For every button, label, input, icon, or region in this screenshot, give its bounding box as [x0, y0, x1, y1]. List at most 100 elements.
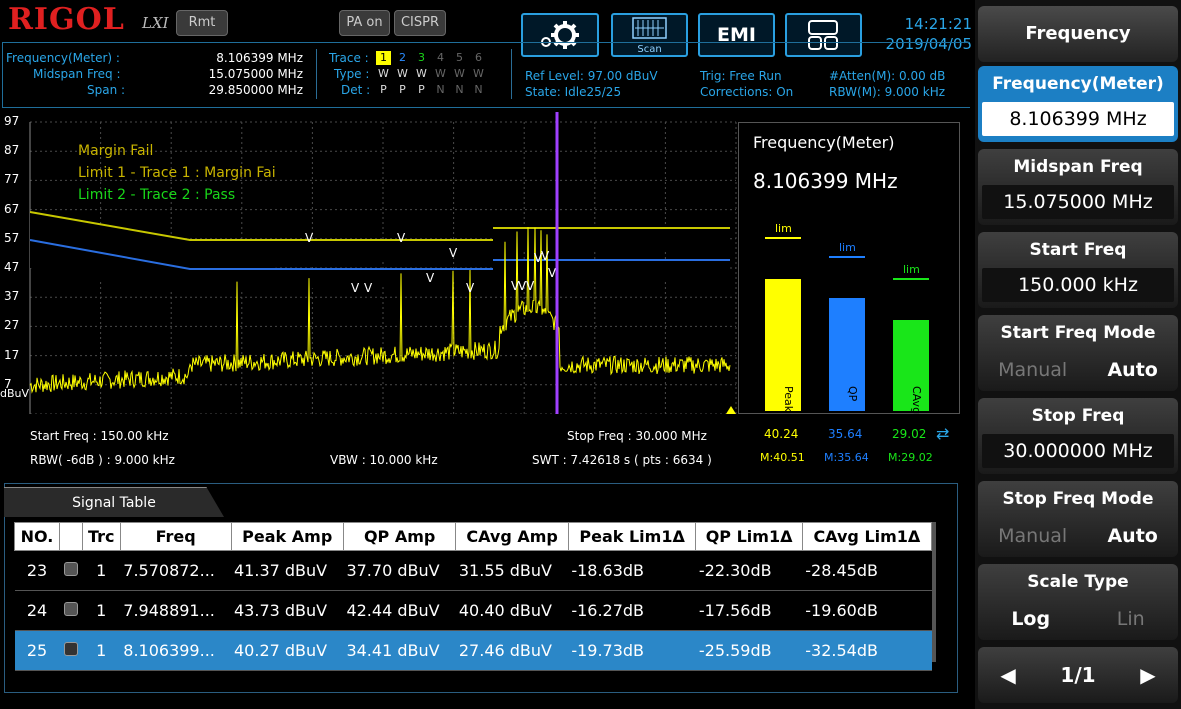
freq-meter-value: 8.106399 MHz	[216, 51, 303, 65]
peak-marker[interactable]: V	[466, 281, 475, 295]
time: 14:21:21	[904, 15, 972, 33]
freq-meter-menu-value[interactable]: 8.106399 MHz	[982, 102, 1174, 136]
next-page-icon[interactable]: ▶	[1140, 663, 1155, 687]
margin-fail-text: Margin Fail	[78, 143, 154, 159]
scale-lin[interactable]: Lin	[1117, 600, 1145, 638]
cell-cavg: 31.55 dBuV	[455, 550, 569, 591]
swap-icon[interactable]: ⇄	[936, 424, 949, 443]
start-mode-auto[interactable]: Auto	[1107, 351, 1157, 389]
stop-freq-menu-value[interactable]: 30.000000 MHz	[982, 434, 1174, 468]
trace-cell: W	[473, 67, 484, 80]
table-row[interactable]: 24 1 7.948891... 43.73 dBuV 42.44 dBuV 40.40 …	[14, 590, 932, 631]
scale-type-label: Scale Type	[1027, 572, 1129, 592]
cell-trc: 1	[82, 630, 121, 671]
row-checkbox[interactable]	[59, 550, 83, 591]
column-header[interactable]	[59, 522, 83, 551]
measurement-info-panel: Frequency(Meter) : 8.106399 MHz Midspan …	[2, 42, 970, 108]
scale-log[interactable]: Log	[1011, 600, 1050, 638]
table-row[interactable]: 25 1 8.106399... 40.27 dBuV 34.41 dBuV 27.46 …	[14, 630, 932, 671]
peak-marker[interactable]: V	[351, 281, 360, 295]
cell-peak_lim: -19.73dB	[568, 630, 696, 671]
midspan-menu-value[interactable]: 15.075000 MHz	[982, 185, 1174, 219]
meter-bar-value: 29.02	[892, 427, 927, 441]
peak-marker[interactable]: V	[449, 246, 458, 260]
peak-marker[interactable]: V	[541, 249, 550, 263]
remote-indicator: Rmt	[176, 10, 228, 36]
meter-bar-lim-label: lim	[839, 241, 856, 255]
column-header[interactable]: Peak Lim1Δ	[567, 522, 697, 551]
cell-cavg: 27.46 dBuV	[455, 630, 569, 671]
peak-marker[interactable]: V	[305, 231, 314, 245]
cell-no: 23	[14, 550, 60, 591]
stop-mode-auto[interactable]: Auto	[1107, 517, 1157, 555]
start-mode-toggle[interactable]: Manual Auto	[978, 351, 1178, 389]
menu-midspan-freq[interactable]: Midspan Freq 15.075000 MHz	[978, 149, 1178, 225]
rbw-meter: RBW(M): 9.000 kHz	[829, 85, 946, 99]
column-header[interactable]: CAvg Lim1Δ	[801, 522, 933, 551]
lxi-logo: LXI	[142, 14, 169, 32]
cell-cavg_lim: -32.54dB	[802, 630, 932, 671]
menu-stop-freq[interactable]: Stop Freq 30.000000 MHz	[978, 398, 1178, 474]
vbw-label: VBW : 10.000 kHz	[330, 453, 438, 467]
trace-cell: 1	[376, 51, 391, 65]
column-header[interactable]: Trc	[81, 522, 121, 551]
cell-trc: 1	[82, 590, 121, 631]
meter-bar-value: 35.64	[828, 427, 863, 441]
column-header[interactable]: Freq	[119, 522, 232, 551]
trace-cell: W	[416, 67, 427, 80]
meter-value: 8.106399 MHz	[753, 169, 898, 193]
trace-cell: 4	[437, 51, 444, 64]
table-scrollbar[interactable]	[932, 522, 936, 662]
limit-lines	[29, 211, 730, 294]
scale-type-toggle[interactable]: Log Lin	[978, 600, 1178, 638]
cell-qp: 37.70 dBuV	[343, 550, 456, 591]
limit1-status: Limit 1 - Trace 1 : Margin Fai	[78, 165, 276, 181]
checkbox-icon[interactable]	[63, 602, 78, 616]
stop-mode-toggle[interactable]: Manual Auto	[978, 517, 1178, 555]
soft-menu: Frequency Frequency(Meter) 8.106399 MHz …	[975, 0, 1181, 709]
peak-marker[interactable]: V	[526, 279, 535, 293]
cell-no: 25	[14, 630, 60, 671]
column-header[interactable]: QP Lim1Δ	[695, 522, 803, 551]
row-checkbox[interactable]	[59, 630, 83, 671]
cell-peak: 43.73 dBuV	[231, 590, 344, 631]
ref-level: Ref Level: 97.00 dBuV	[525, 69, 658, 83]
peak-marker[interactable]: V	[364, 281, 373, 295]
midspan-menu-label: Midspan Freq	[1013, 157, 1143, 177]
cell-peak_lim: -18.63dB	[568, 550, 696, 591]
trace-cell: P	[399, 83, 406, 96]
trace-cell: 3	[418, 51, 425, 64]
peak-marker[interactable]: V	[397, 231, 406, 245]
start-mode-manual[interactable]: Manual	[998, 351, 1067, 389]
menu-frequency-meter[interactable]: Frequency(Meter) 8.106399 MHz	[978, 66, 1178, 142]
peak-marker[interactable]: V	[426, 271, 435, 285]
menu-start-freq[interactable]: Start Freq 150.000 kHz	[978, 232, 1178, 308]
stop-mode-label: Stop Freq Mode	[1002, 489, 1154, 509]
row-checkbox[interactable]	[59, 590, 83, 631]
checkbox-icon[interactable]	[63, 562, 78, 576]
meter-bar-name: QP	[846, 386, 859, 402]
menu-scale-type[interactable]: Scale Type Log Lin	[978, 564, 1178, 640]
column-header[interactable]: QP Amp	[342, 522, 457, 551]
meter-bar-limit	[893, 277, 929, 280]
menu-start-freq-mode[interactable]: Start Freq Mode Manual Auto	[978, 315, 1178, 391]
prev-page-icon[interactable]: ◀	[1000, 663, 1015, 687]
meter-bar-value: 40.24	[764, 427, 799, 441]
table-row[interactable]: 23 1 7.570872... 41.37 dBuV 37.70 dBuV 31.55 …	[14, 550, 932, 591]
menu-stop-freq-mode[interactable]: Stop Freq Mode Manual Auto	[978, 481, 1178, 557]
column-header[interactable]: Peak Amp	[230, 522, 344, 551]
meter-bar-limit	[829, 256, 865, 259]
start-freq-menu-value[interactable]: 150.000 kHz	[982, 268, 1174, 302]
column-header[interactable]: CAvg Amp	[455, 522, 569, 551]
checkbox-icon[interactable]	[63, 642, 78, 656]
meter-panel: Frequency(Meter) 8.106399 MHz Peak lim QP l…	[738, 122, 960, 414]
stop-freq-marker	[726, 406, 736, 414]
signal-table-tab[interactable]: Signal Table	[4, 487, 224, 517]
stop-mode-manual[interactable]: Manual	[998, 517, 1067, 555]
signal-table: NO. Trc Freq Peak Amp QP Amp CAvg Amp Peak Lim…	[14, 522, 933, 671]
cispr-indicator: CISPR	[394, 10, 446, 36]
cell-qp: 42.44 dBuV	[343, 590, 456, 631]
meter-bar-name: CAvg	[910, 386, 923, 415]
trigger: Trig: Free Run	[700, 69, 782, 83]
column-header[interactable]: NO.	[14, 522, 61, 551]
